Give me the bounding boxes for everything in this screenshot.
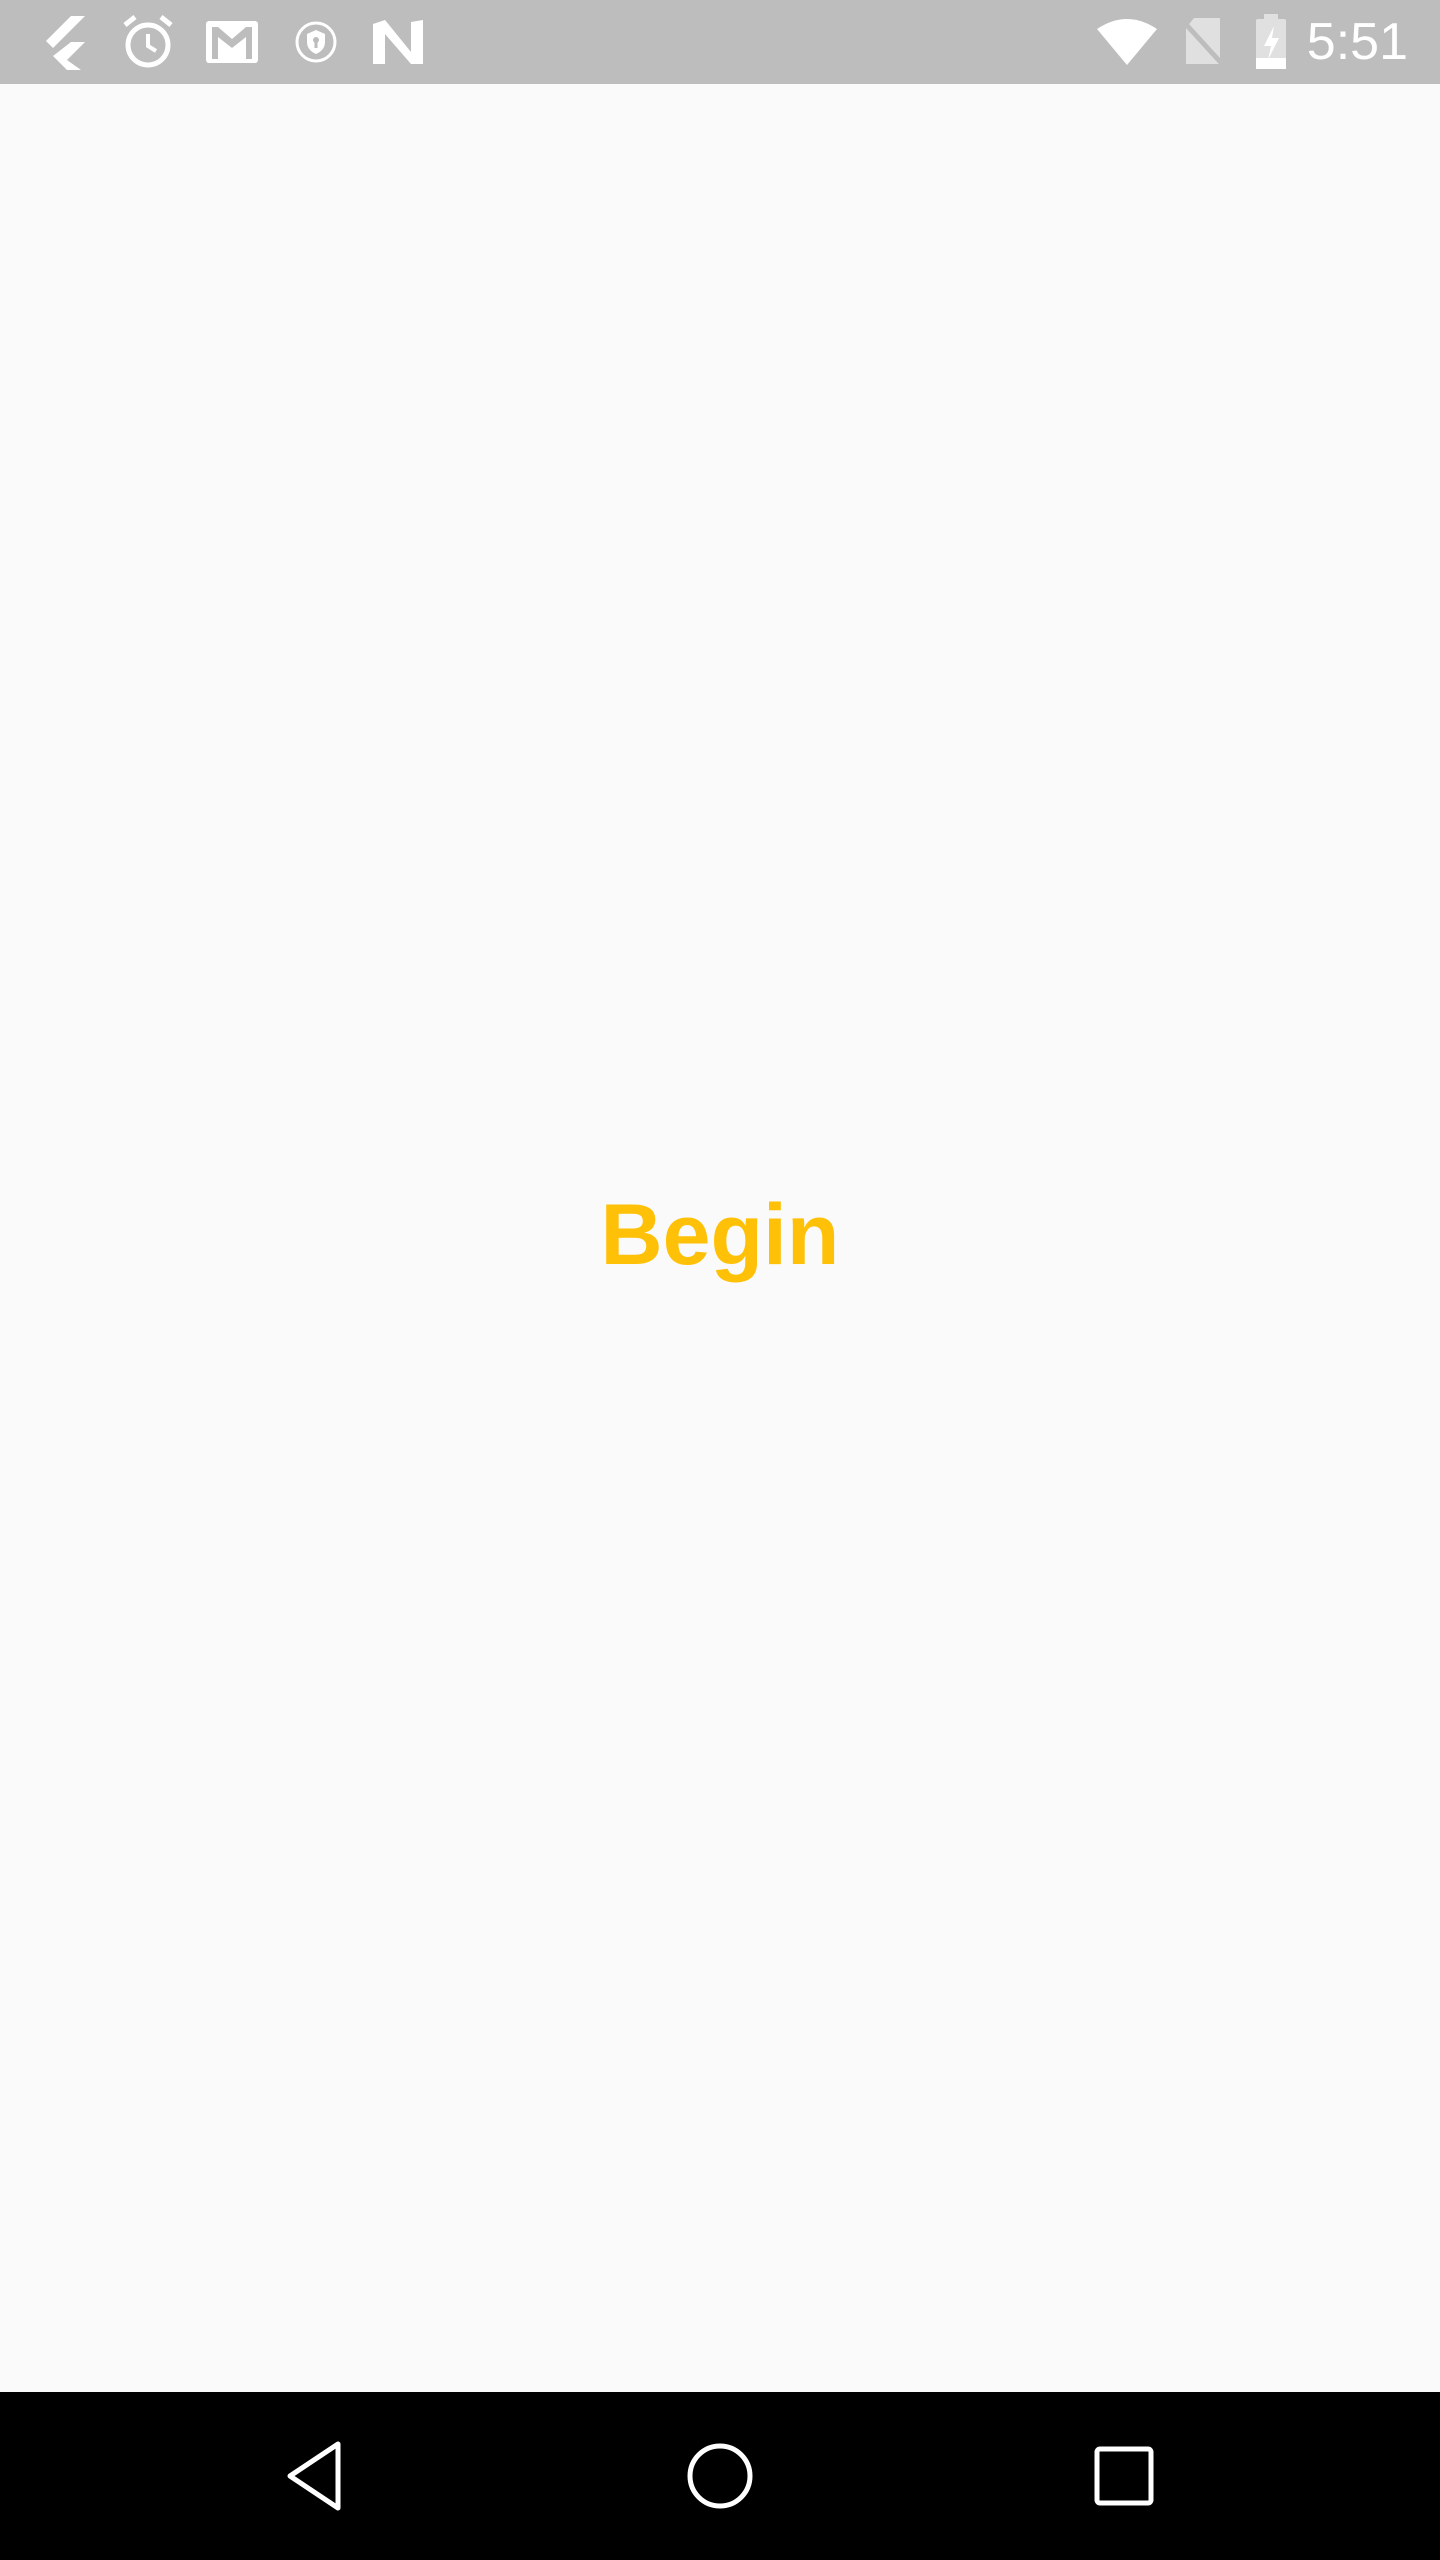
status-time: 5:51 <box>1306 13 1408 71</box>
gmail-icon <box>202 0 262 84</box>
battery-charging-icon <box>1250 0 1292 84</box>
main-content: Begin <box>0 84 1440 2392</box>
vpn-shield-icon <box>286 0 346 84</box>
wifi-icon <box>1094 0 1160 84</box>
navigation-bar <box>0 2392 1440 2560</box>
status-bar: 5:51 <box>0 0 1440 84</box>
begin-button[interactable]: Begin <box>0 1184 1440 1287</box>
n-app-icon <box>368 0 428 84</box>
alarm-icon <box>118 0 178 84</box>
home-icon[interactable] <box>636 2392 804 2560</box>
flutter-icon <box>36 0 96 84</box>
no-sim-icon <box>1178 0 1228 84</box>
back-icon[interactable] <box>232 2392 400 2560</box>
recents-icon[interactable] <box>1040 2392 1208 2560</box>
